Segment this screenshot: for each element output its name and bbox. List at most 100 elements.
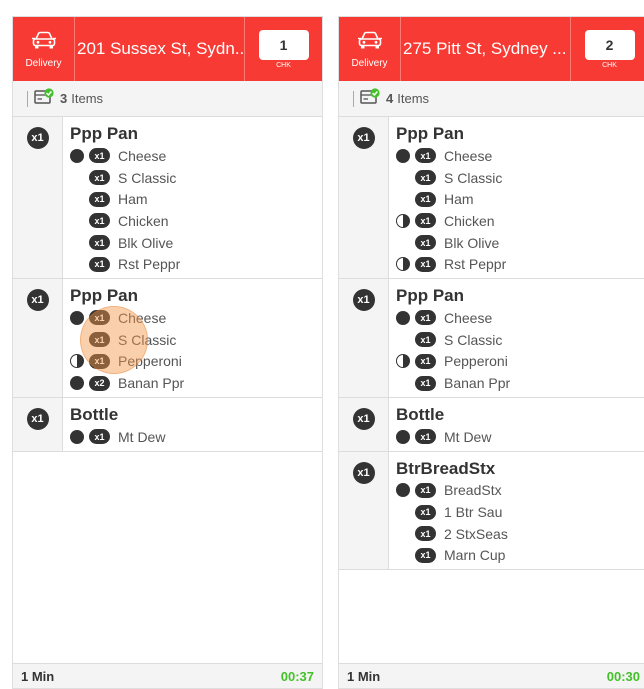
item-qty-badge: x1 <box>352 289 375 312</box>
order-item[interactable]: x1 BtrBreadStx x1 BreadStx x1 1 Btr Sau x1 2 St… <box>339 451 644 571</box>
portion-spacer <box>396 236 410 250</box>
item-name: BtrBreadStx <box>396 458 496 478</box>
bumped-check-icon <box>360 88 380 109</box>
item-body: Ppp Pan x1 Cheese x1 S Classic x1 Pepperoni x1 B… <box>389 279 644 397</box>
modifier-qty-badge: x1 <box>89 353 110 369</box>
modifier-row: x1 1 Btr Sau <box>396 501 644 523</box>
modifier-name: Mt Dew <box>118 428 166 445</box>
modifier-name: Cheese <box>444 309 493 326</box>
order-item[interactable]: x1 Ppp Pan x1 Cheese x1 S Classic x1 Pepperoni x… <box>13 279 322 398</box>
item-count: 4 <box>386 91 394 106</box>
modifier-name: Cheese <box>444 147 493 164</box>
modifier-row: x1 Cheese <box>396 307 644 329</box>
item-qty-badge: x1 <box>26 289 49 312</box>
order-mode: Delivery <box>13 17 75 81</box>
item-qty-cell: x1 <box>339 279 389 397</box>
modifier-qty-badge: x1 <box>415 170 436 186</box>
item-name: Ppp Pan <box>70 286 139 306</box>
modifier-qty-badge: x1 <box>415 526 436 542</box>
modifier-name: Marn Cup <box>444 547 506 564</box>
item-body: Ppp Pan x1 Cheese x1 S Classic x1 Pepperoni x2 B… <box>63 279 322 397</box>
item-qty-cell: x1 <box>339 117 389 279</box>
elapsed-time: 1 Min <box>21 668 55 684</box>
car-icon <box>31 30 57 55</box>
portion-spacer <box>396 527 410 541</box>
order-mode: Delivery <box>339 17 401 81</box>
modifier-name: Chicken <box>118 212 169 229</box>
items-summary-bar: 3 Items <box>13 81 322 117</box>
whole-portion-icon <box>70 429 84 444</box>
ticket-header: Delivery 275 Pitt St, Sydney ... 2 CHK <box>339 17 644 81</box>
modifier-row: x1 S Classic <box>396 167 644 189</box>
order-mode-label: Delivery <box>351 57 388 69</box>
half-portion-icon <box>396 354 410 369</box>
portion-spacer <box>396 171 410 185</box>
modifier-qty-badge: x1 <box>415 504 436 520</box>
modifier-qty-badge: x1 <box>415 429 436 445</box>
modifier-name: S Classic <box>118 331 177 348</box>
modifier-name: S Classic <box>444 169 503 186</box>
modifier-qty-badge: x2 <box>89 375 110 391</box>
car-icon <box>357 30 383 55</box>
item-body: Ppp Pan x1 Cheese x1 S Classic x1 Ham x1 Chicken… <box>389 117 644 278</box>
modifier-row: x1 Blk Olive <box>396 232 644 254</box>
elapsed-time: 1 Min <box>347 668 381 684</box>
half-portion-icon <box>70 354 84 369</box>
order-ticket-1[interactable]: Delivery 201 Sussex St, Sydn... 1 CHK 3 … <box>12 16 323 689</box>
check-label: CHK <box>276 61 291 69</box>
item-qty-badge: x1 <box>352 407 375 430</box>
modifier-row: x1 Cheese <box>70 307 322 329</box>
modifier-row: x1 Blk Olive <box>70 232 322 254</box>
modifier-row: x1 2 StxSeas <box>396 523 644 545</box>
item-qty-badge: x1 <box>26 127 49 149</box>
modifier-row: x1 Pepperoni <box>70 351 322 373</box>
modifier-row: x1 S Classic <box>396 329 644 351</box>
modifier-name: Blk Olive <box>118 234 174 251</box>
modifier-row: x1 Ham <box>70 188 322 210</box>
check-number-box[interactable]: 1 CHK <box>245 17 322 81</box>
order-item[interactable]: x1 Ppp Pan x1 Cheese x1 S Classic x1 Ham x1 Chick… <box>339 117 644 280</box>
order-item[interactable]: x1 Bottle x1 Mt Dew <box>13 397 322 452</box>
portion-spacer <box>70 214 84 228</box>
modifier-row: x1 Cheese <box>396 145 644 167</box>
half-portion-icon <box>396 213 410 228</box>
modifier-row: x1 Pepperoni <box>396 351 644 373</box>
order-item[interactable]: x1 Bottle x1 Mt Dew <box>339 397 644 452</box>
whole-portion-icon <box>70 310 84 325</box>
modifier-name: Ham <box>444 191 474 208</box>
modifier-name: Pepperoni <box>118 353 182 370</box>
whole-portion-icon <box>396 429 410 444</box>
modifier-name: Ham <box>118 191 148 208</box>
modifier-name: BreadStx <box>444 482 502 499</box>
modifier-name: Banan Ppr <box>118 375 185 392</box>
modifier-name: Rst Peppr <box>118 256 181 273</box>
modifier-qty-badge: x1 <box>415 213 436 229</box>
modifier-row: x1 Chicken <box>70 210 322 232</box>
items-label: Items <box>397 91 430 106</box>
ticket-footer: 1 Min 00:30 <box>339 663 644 688</box>
order-timer: 00:30 <box>606 668 640 684</box>
modifier-row: x1 Chicken <box>396 210 644 232</box>
modifier-row: x1 Mt Dew <box>70 426 322 448</box>
modifier-name: Pepperoni <box>444 353 508 370</box>
modifier-row: x1 S Classic <box>70 167 322 189</box>
bumped-check-icon <box>34 88 54 109</box>
modifier-qty-badge: x1 <box>415 235 436 251</box>
modifier-qty-badge: x1 <box>89 170 110 186</box>
item-name: Ppp Pan <box>70 124 139 143</box>
item-body: Ppp Pan x1 Cheese x1 S Classic x1 Ham x1 Chicken… <box>63 117 322 278</box>
delivery-address: 201 Sussex St, Sydn... <box>75 17 245 81</box>
order-item[interactable]: x1 Ppp Pan x1 Cheese x1 S Classic x1 Ham x1 Chick… <box>13 117 322 280</box>
modifier-qty-badge: x1 <box>415 547 436 563</box>
modifier-qty-badge: x1 <box>415 148 436 164</box>
modifier-qty-badge: x1 <box>415 375 436 391</box>
modifier-row: x1 Ham <box>396 188 644 210</box>
modifier-row: x1 Marn Cup <box>396 545 644 567</box>
order-ticket-2[interactable]: Delivery 275 Pitt St, Sydney ... 2 CHK 4 <box>338 16 644 689</box>
modifier-qty-badge: x1 <box>415 353 436 369</box>
modifier-row: x1 BreadStx <box>396 480 644 502</box>
check-number-box[interactable]: 2 CHK <box>571 17 644 81</box>
modifier-name: S Classic <box>444 331 503 348</box>
modifier-name: 2 StxSeas <box>444 525 508 542</box>
order-item[interactable]: x1 Ppp Pan x1 Cheese x1 S Classic x1 Pepperoni x… <box>339 279 644 398</box>
